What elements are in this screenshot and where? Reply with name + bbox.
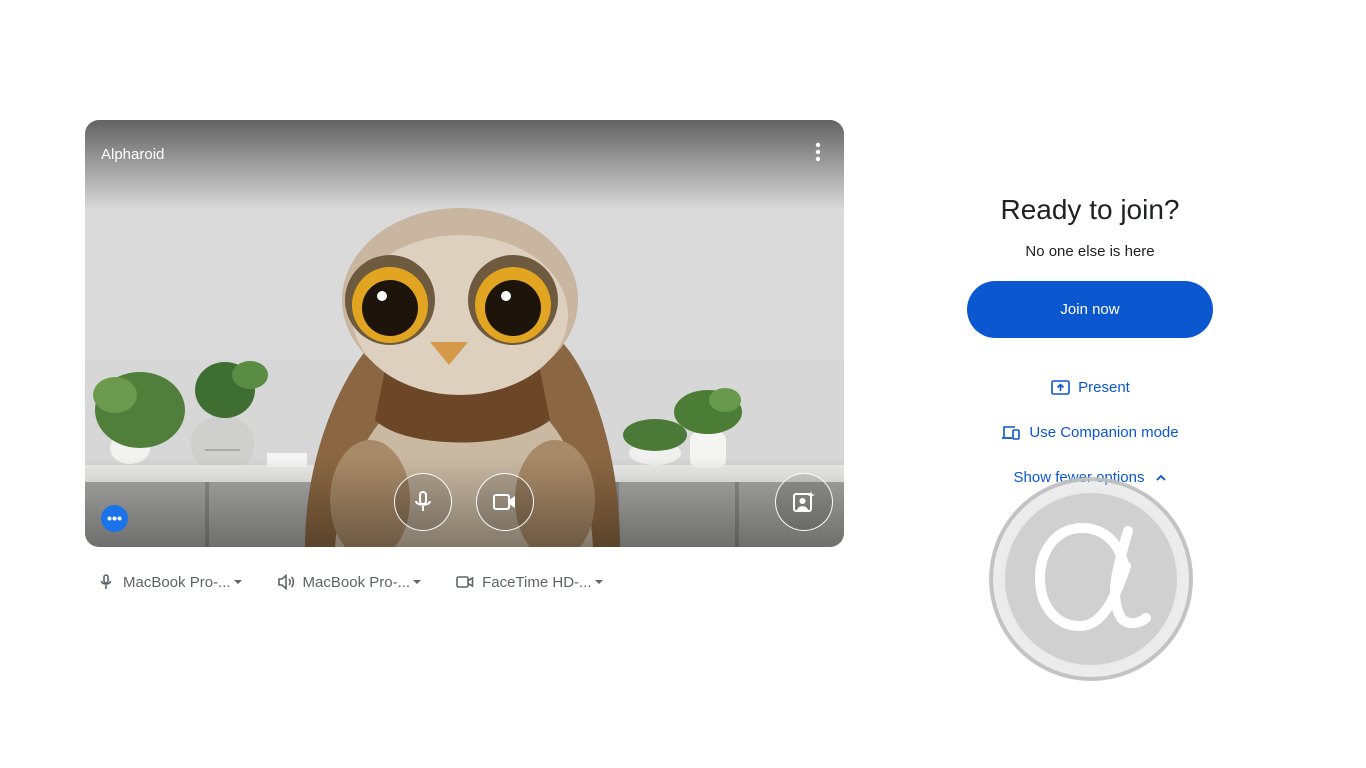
companion-mode-button[interactable]: Use Companion mode bbox=[940, 421, 1240, 443]
present-label: Present bbox=[1078, 378, 1130, 396]
microphone-select[interactable]: MacBook Pro-... bbox=[97, 573, 242, 591]
microphone-select-label: MacBook Pro-... bbox=[123, 573, 231, 591]
page-title: Ready to join? bbox=[1000, 194, 1180, 225]
top-gradient-overlay bbox=[85, 120, 844, 210]
chevron-up-icon bbox=[1156, 474, 1167, 481]
companion-mode-label: Use Companion mode bbox=[1029, 423, 1179, 441]
show-fewer-options-label: Show fewer options bbox=[1013, 468, 1145, 486]
alpha-logo-watermark bbox=[989, 477, 1193, 681]
apply-effects-button[interactable] bbox=[775, 473, 833, 531]
microphone-icon bbox=[97, 573, 115, 591]
camera-select-label: FaceTime HD-... bbox=[482, 573, 592, 591]
chevron-down-icon bbox=[413, 580, 422, 584]
camera-toggle-button[interactable] bbox=[476, 473, 534, 531]
portrait-sparkle-icon bbox=[793, 491, 815, 512]
join-now-button[interactable]: Join now bbox=[967, 281, 1213, 338]
chevron-down-icon bbox=[233, 580, 242, 584]
video-camera-icon bbox=[456, 573, 474, 591]
more-horiz-icon bbox=[107, 516, 122, 521]
microphone-toggle-button[interactable] bbox=[394, 473, 452, 531]
companion-devices-icon bbox=[1001, 423, 1021, 441]
camera-select[interactable]: FaceTime HD-... bbox=[456, 573, 603, 591]
participants-status: No one else is here bbox=[1025, 243, 1155, 260]
more-options-button[interactable] bbox=[806, 140, 830, 164]
device-selectors: MacBook Pro-... MacBook Pro-... FaceTime… bbox=[97, 570, 603, 594]
more-vert-icon bbox=[815, 142, 821, 162]
speaker-select[interactable]: MacBook Pro-... bbox=[277, 573, 422, 591]
present-screen-icon bbox=[1050, 378, 1070, 396]
microphone-icon bbox=[415, 491, 431, 511]
video-camera-icon bbox=[493, 494, 515, 510]
present-button[interactable]: Present bbox=[940, 376, 1240, 398]
meet-prejoin-screen: Alpharoid MacBook Pro-... MacBook Pro-..… bbox=[0, 0, 1366, 768]
speaker-select-label: MacBook Pro-... bbox=[302, 573, 411, 591]
join-panel: Ready to join? No one else is here Join … bbox=[940, 190, 1240, 488]
speaker-icon bbox=[277, 573, 295, 591]
chevron-down-icon bbox=[594, 580, 603, 584]
show-fewer-options-button[interactable]: Show fewer options bbox=[940, 466, 1240, 488]
bottom-gradient-overlay bbox=[85, 457, 844, 547]
participant-name: Alpharoid bbox=[101, 146, 165, 163]
video-preview: Alpharoid bbox=[85, 120, 844, 547]
visual-effects-button[interactable] bbox=[101, 505, 128, 532]
